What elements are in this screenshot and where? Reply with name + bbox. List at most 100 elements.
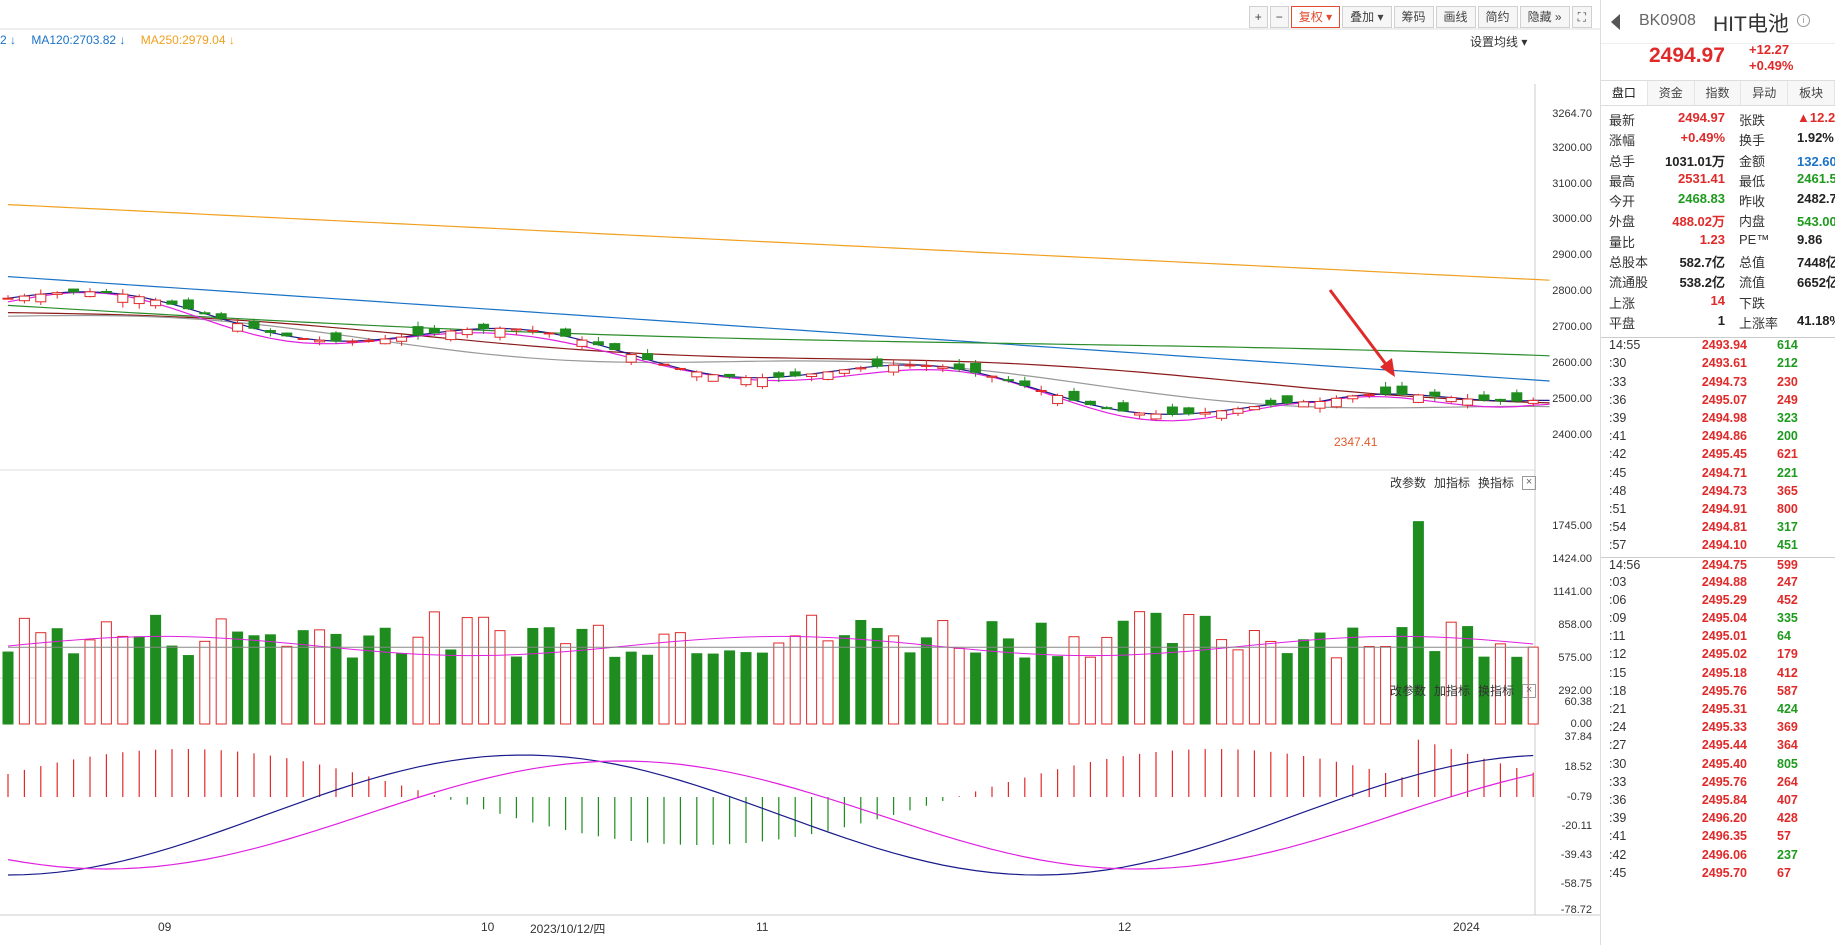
- macd-axis-label: -0.79: [1566, 791, 1592, 803]
- candle-body: [1035, 389, 1047, 392]
- stat-value: 2482.70: [1797, 191, 1835, 207]
- candle-body: [1052, 394, 1064, 405]
- volume-bar: [182, 655, 194, 725]
- volume-bar: [642, 654, 654, 725]
- tick-time: :33: [1609, 374, 1627, 389]
- tick-price: 2494.10: [1701, 538, 1747, 553]
- volume-bar: [986, 621, 998, 725]
- fuquan-dropdown[interactable]: 复权 ▾: [1290, 6, 1341, 28]
- tick-time: :30: [1609, 756, 1627, 771]
- tab-pankou[interactable]: 盘口: [1601, 81, 1648, 105]
- tab-abnormal[interactable]: 异动: [1741, 81, 1789, 105]
- candle-body: [166, 300, 178, 305]
- stat-label: 总股本: [1609, 255, 1649, 271]
- stat-value: 1: [1717, 312, 1725, 328]
- tick-row: :51 2494.91 800: [1601, 502, 1835, 520]
- add-indicator-button[interactable]: 加指标: [1434, 474, 1470, 491]
- candle-body: [117, 293, 129, 303]
- macd-axis-label: -39.43: [1560, 849, 1592, 861]
- set-ma-dropdown[interactable]: 设置均线 ▾: [1470, 33, 1527, 50]
- candle-body: [133, 296, 145, 305]
- candle-body: [1150, 413, 1162, 420]
- stat-value: 41.18%: [1797, 312, 1835, 328]
- tab-funds[interactable]: 资金: [1647, 81, 1695, 105]
- tab-sector[interactable]: 板块: [1788, 81, 1835, 105]
- stat-label: 总值: [1739, 255, 1766, 271]
- stat-value: ▲12.27: [1797, 110, 1835, 125]
- draw-line-button[interactable]: 画线: [1435, 6, 1476, 28]
- candle-body: [658, 363, 670, 366]
- zoom-out-button[interactable]: −: [1269, 6, 1289, 28]
- candle-body: [1134, 412, 1146, 416]
- info-icon[interactable]: i: [1797, 14, 1810, 27]
- edit-params-button[interactable]: 改参数: [1390, 682, 1426, 699]
- quote-stat-row: 平盘 1 上涨率 41.18%: [1601, 313, 1835, 333]
- tick-list[interactable]: 14:55 2493.94 614:30 2493.61 212:33 2494.73 23…: [1601, 337, 1835, 884]
- candle-body: [1396, 385, 1408, 395]
- stat-value: 7448亿: [1797, 255, 1835, 271]
- overlay-dropdown[interactable]: 叠加 ▾: [1342, 6, 1392, 28]
- stat-label: 最低: [1739, 173, 1766, 189]
- candle-body: [1183, 407, 1195, 415]
- stat-label: 今开: [1609, 194, 1636, 210]
- back-arrow-icon[interactable]: [1611, 14, 1620, 30]
- candle-body: [740, 377, 752, 386]
- x-axis-date-cursor: 2023/10/12/四: [530, 922, 606, 936]
- candle-body: [609, 343, 621, 351]
- volume-bar: [1101, 636, 1113, 725]
- tick-time: 14:56: [1609, 557, 1641, 572]
- tick-volume: 407: [1777, 792, 1798, 807]
- volume-bar: [18, 617, 30, 725]
- tick-volume: 179: [1777, 647, 1798, 662]
- tick-row: :27 2495.44 364: [1601, 738, 1835, 756]
- tab-index[interactable]: 指数: [1694, 81, 1742, 105]
- edit-params-button[interactable]: 改参数: [1390, 474, 1426, 491]
- close-icon[interactable]: ×: [1522, 683, 1537, 698]
- candle-body: [494, 327, 506, 338]
- tick-row: :39 2494.98 323: [1601, 411, 1835, 429]
- stat-value: 132.60亿: [1797, 153, 1835, 169]
- candle-body: [1314, 400, 1326, 409]
- switch-indicator-button[interactable]: 换指标: [1478, 682, 1514, 699]
- ma-legend-partial: 2 ↓: [0, 33, 17, 47]
- tick-volume: 64: [1777, 629, 1791, 644]
- candle-body: [1117, 402, 1129, 412]
- tick-volume: 451: [1777, 538, 1798, 553]
- chip-button[interactable]: 筹码: [1393, 6, 1434, 28]
- close-icon[interactable]: ×: [1522, 475, 1537, 490]
- volume-bar: [822, 640, 834, 725]
- price-summary: 2494.97 +12.27 +0.49%: [1601, 42, 1835, 78]
- tick-time: :39: [1609, 411, 1627, 426]
- candle-body: [1166, 406, 1178, 415]
- tick-time: 14:55: [1609, 338, 1641, 353]
- simple-mode-button[interactable]: 简约: [1477, 6, 1518, 28]
- price-axis-label: 2700.00: [1552, 321, 1592, 333]
- tick-price: 2493.94: [1701, 338, 1747, 353]
- add-indicator-button[interactable]: 加指标: [1434, 682, 1470, 699]
- app-window: + − 复权 ▾ 叠加 ▾ 筹码 画线 简约 隐藏 » ⛶ 2 ↓ MA120:…: [0, 0, 1835, 945]
- tick-time: :21: [1609, 702, 1627, 717]
- zoom-in-button[interactable]: +: [1248, 6, 1268, 28]
- price-axis-label: 2900.00: [1552, 249, 1592, 261]
- tick-row: :36 2495.07 249: [1601, 393, 1835, 411]
- low-price-label: 2347.41: [1334, 435, 1378, 449]
- stat-value: 1031.01万: [1665, 153, 1725, 169]
- stat-label: 最新: [1609, 113, 1636, 128]
- tick-row: :33 2495.76 264: [1601, 775, 1835, 793]
- tick-volume: 335: [1777, 611, 1798, 626]
- tick-volume: 599: [1777, 557, 1798, 572]
- chart-canvas[interactable]: [0, 0, 1600, 945]
- tick-volume: 365: [1777, 483, 1798, 498]
- quote-header: BK0908 HIT电池 i: [1601, 0, 1835, 44]
- kline-chart-area[interactable]: + − 复权 ▾ 叠加 ▾ 筹码 画线 简约 隐藏 » ⛶ 2 ↓ MA120:…: [0, 0, 1600, 945]
- tick-price: 2496.20: [1701, 811, 1747, 826]
- price-axis-label: 3000.00: [1552, 213, 1592, 225]
- switch-indicator-button[interactable]: 换指标: [1478, 474, 1514, 491]
- tick-time: :09: [1609, 611, 1627, 626]
- candle-body: [199, 312, 211, 315]
- macd-axis-label: 37.84: [1564, 731, 1592, 743]
- candle-body: [576, 339, 588, 347]
- tick-time: :42: [1609, 447, 1627, 462]
- candle-body: [1248, 406, 1260, 411]
- volume-bar: [68, 653, 80, 725]
